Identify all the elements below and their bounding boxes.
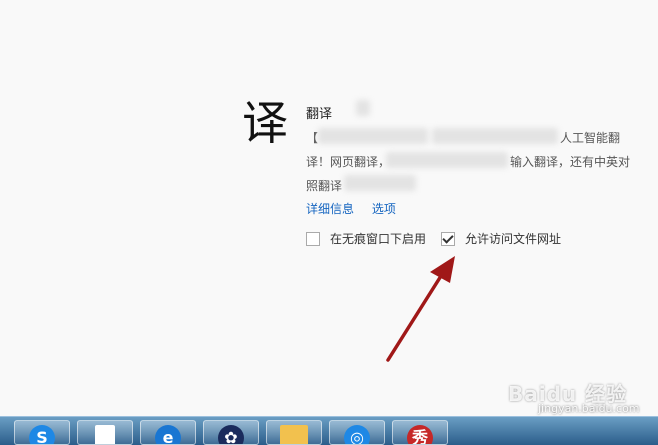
redacted-region (386, 152, 508, 168)
taskbar: S e ✿ ◎ 秀 (0, 416, 658, 445)
redacted-region (318, 128, 428, 144)
document-icon (95, 425, 115, 444)
folder-icon (280, 425, 308, 444)
extension-links: 详细信息 选项 (306, 200, 410, 217)
taskbar-folder[interactable] (266, 420, 322, 445)
description-fragment-1: 人工智能翻 (560, 131, 621, 145)
file-access-option[interactable]: 允许访问文件网址 (441, 230, 561, 247)
watermark-url: jingyan.baidu.com (538, 402, 640, 415)
taskbar-360-browser[interactable]: ◎ (329, 420, 385, 445)
redacted-region (344, 175, 416, 191)
incognito-checkbox[interactable] (306, 231, 320, 246)
description-line-1: 【 (306, 131, 319, 145)
description-line-3: 照翻译 (306, 179, 343, 193)
details-link[interactable]: 详细信息 (306, 202, 354, 216)
file-access-label: 允许访问文件网址 (465, 232, 562, 246)
sogou-browser-icon: S (29, 425, 55, 444)
taskbar-sogou-browser[interactable]: S (14, 420, 70, 445)
show-app-icon: 秀 (407, 425, 433, 444)
redacted-region (356, 100, 370, 116)
extension-name: 翻译 (306, 107, 333, 122)
taskbar-ie-browser[interactable]: e (140, 420, 196, 445)
incognito-option[interactable]: 在无痕窗口下启用 (306, 230, 426, 247)
extension-icon: 译 (242, 96, 288, 150)
paw-app-icon: ✿ (218, 425, 244, 444)
ie-browser-icon: e (155, 425, 181, 444)
description-line-2: 译！网页翻译， (306, 155, 391, 169)
options-link[interactable]: 选项 (372, 202, 396, 216)
description-fragment-2: 输入翻译，还有中英对 (510, 155, 631, 169)
file-access-checkbox[interactable] (441, 231, 455, 246)
redacted-region (432, 128, 558, 144)
taskbar-paw-app[interactable]: ✿ (203, 420, 259, 445)
taskbar-show-app[interactable]: 秀 (392, 420, 448, 445)
taskbar-document[interactable] (77, 420, 133, 445)
360-browser-icon: ◎ (344, 425, 370, 444)
incognito-label: 在无痕窗口下启用 (330, 232, 427, 246)
